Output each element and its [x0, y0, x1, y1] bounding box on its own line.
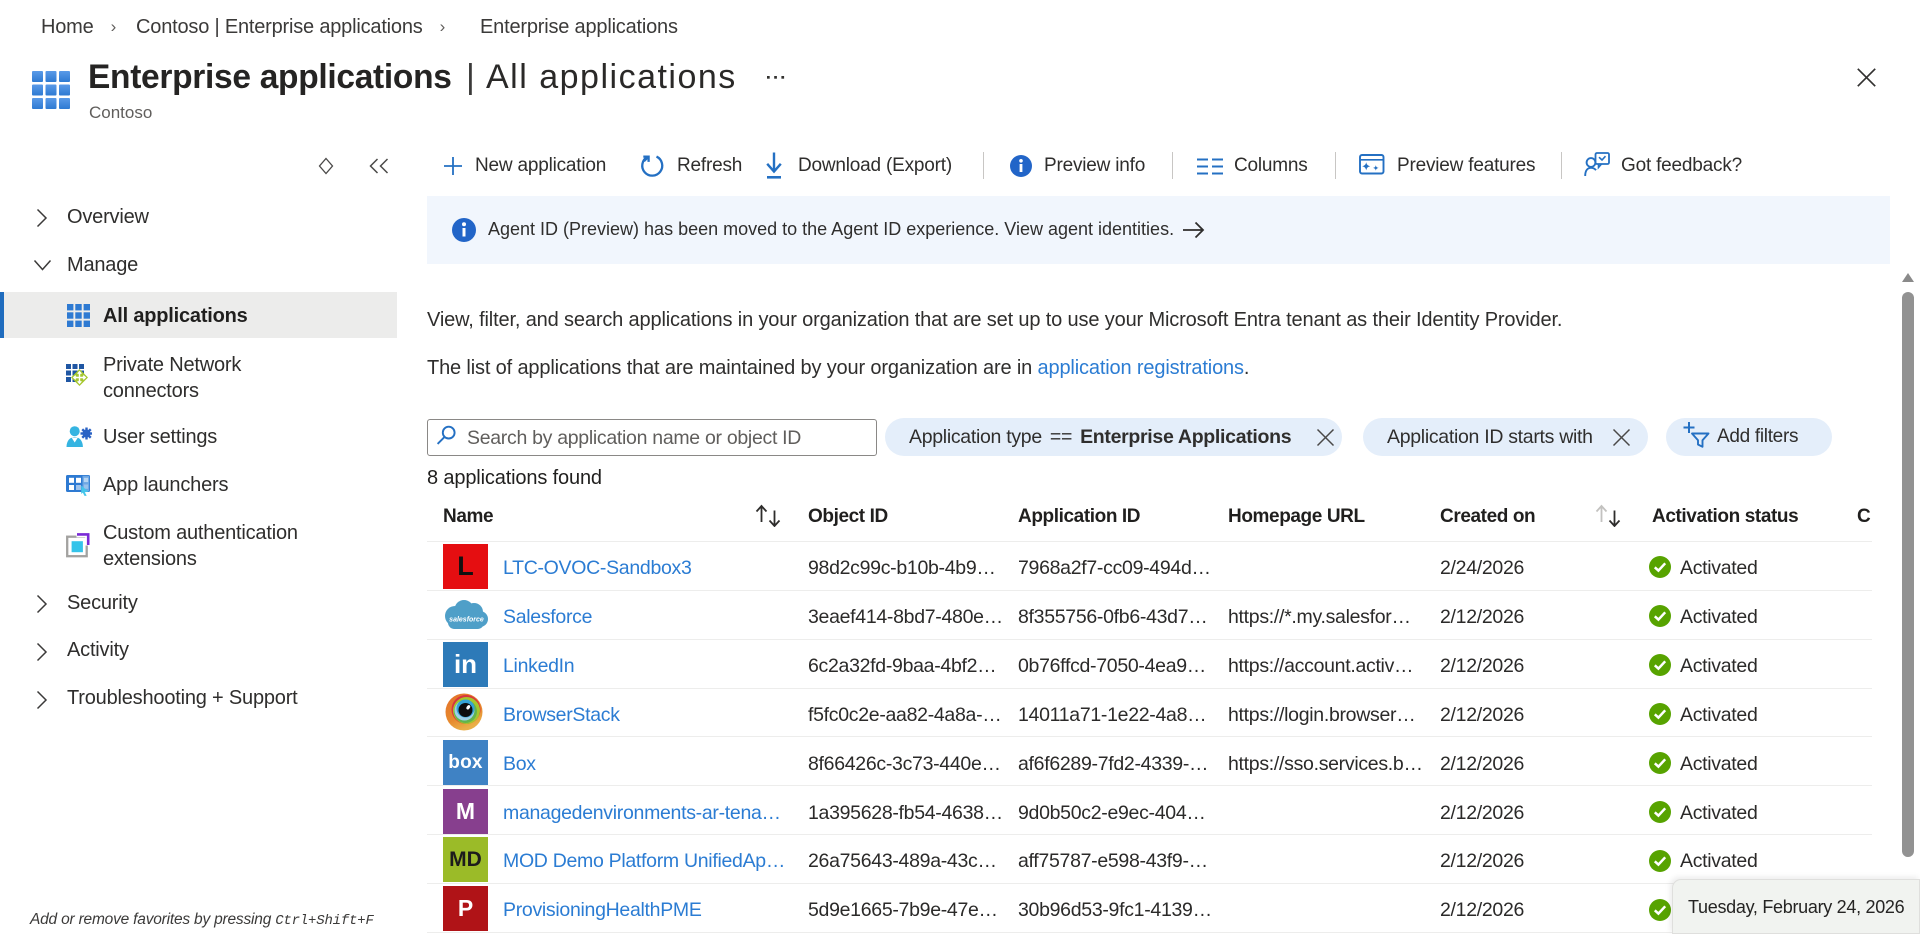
- svg-text:salesforce: salesforce: [449, 617, 484, 624]
